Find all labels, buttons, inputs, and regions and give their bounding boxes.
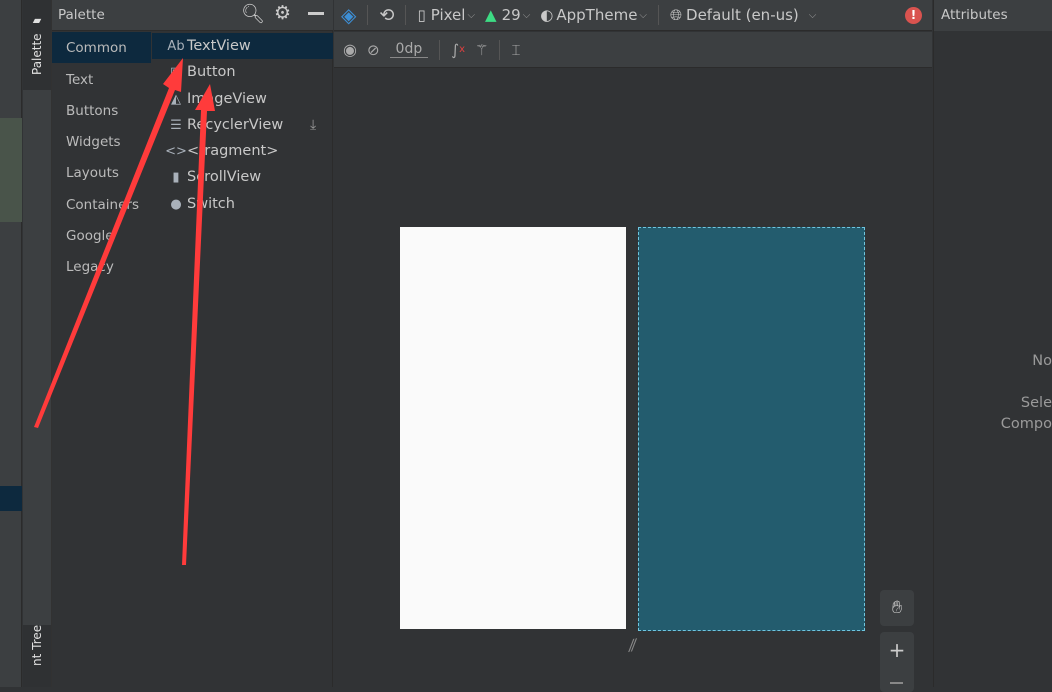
annotation-arrow-2 (182, 84, 215, 565)
annotation-arrow-1 (34, 58, 183, 428)
annotation-arrows (34, 58, 215, 565)
